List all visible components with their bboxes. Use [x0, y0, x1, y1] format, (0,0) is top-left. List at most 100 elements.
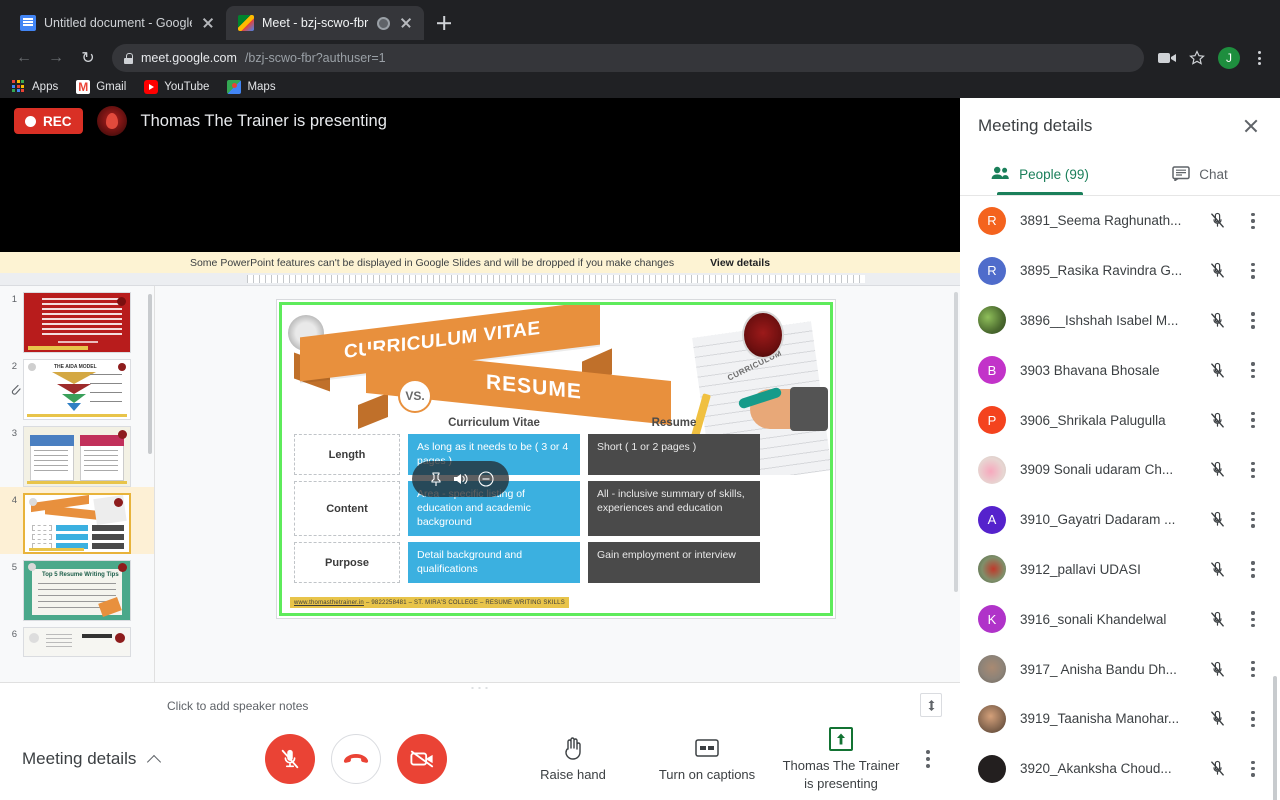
bookmark-maps[interactable]: Maps: [227, 80, 275, 94]
participants-scrollbar[interactable]: [1273, 676, 1277, 800]
tab-recording-icon[interactable]: [377, 17, 390, 30]
tab-people[interactable]: People (99): [960, 154, 1120, 195]
speaker-notes-pane[interactable]: Click to add speaker notes: [0, 682, 960, 718]
slide-thumbnail-6[interactable]: 6: [0, 621, 154, 657]
participant-row[interactable]: K 3916_sonali Khandelwal: [960, 594, 1280, 644]
slide-thumbnail-1[interactable]: 1: [0, 286, 154, 353]
participant-more-icon[interactable]: [1242, 362, 1264, 378]
participant-more-icon[interactable]: [1242, 611, 1264, 627]
slide-thumbnail-3[interactable]: 3: [0, 420, 154, 487]
presentation-stage[interactable]: REC Thomas The Trainer is presenting Som…: [0, 98, 960, 718]
profile-avatar[interactable]: J: [1218, 47, 1240, 69]
slide-thumbnail-4[interactable]: 4: [0, 487, 154, 554]
explore-button[interactable]: [920, 693, 942, 717]
participant-row[interactable]: R 3891_Seema Raghunath...: [960, 196, 1280, 246]
minimize-icon[interactable]: [477, 471, 494, 488]
mic-off-icon[interactable]: [1206, 708, 1228, 730]
participant-more-icon[interactable]: [1242, 661, 1264, 677]
url-path: /bzj-scwo-fbr?authuser=1: [245, 51, 386, 65]
ribbon-bottom-text: RESUME: [486, 371, 582, 405]
raise-hand-button[interactable]: Raise hand: [506, 735, 640, 783]
present-now-button[interactable]: Thomas The Trainer is presenting: [774, 726, 908, 792]
mic-off-icon[interactable]: [1206, 509, 1228, 531]
mic-off-icon[interactable]: [1206, 608, 1228, 630]
browser-tab-docs[interactable]: Untitled document - Google Do: [8, 6, 226, 40]
mic-off-icon[interactable]: [1206, 658, 1228, 680]
new-tab-button[interactable]: [430, 9, 458, 37]
present-screen-icon: [829, 726, 853, 752]
bookmark-star-icon[interactable]: [1184, 45, 1210, 71]
participant-more-icon[interactable]: [1242, 561, 1264, 577]
close-icon[interactable]: [200, 15, 216, 31]
presentation-hover-controls[interactable]: [412, 461, 509, 497]
mic-off-icon[interactable]: [1206, 210, 1228, 232]
slide-filmstrip[interactable]: 1 2 THE AIDA MODEL: [0, 286, 155, 682]
mic-off-icon[interactable]: [1206, 758, 1228, 780]
bookmarks-bar: Apps Gmail YouTube Maps: [0, 76, 1280, 98]
bookmark-youtube[interactable]: YouTube: [144, 80, 209, 94]
mic-off-icon[interactable]: [1206, 309, 1228, 331]
participant-row[interactable]: 3912_pallavi UDASI: [960, 545, 1280, 595]
slide-thumbnail-5[interactable]: 5 Top 5 Resume Writing Tips: [0, 554, 154, 621]
view-details-link[interactable]: View details: [710, 257, 770, 269]
mic-off-icon[interactable]: [1206, 359, 1228, 381]
participant-row[interactable]: P 3906_Shrikala Palugulla: [960, 395, 1280, 445]
slide-canvas-area[interactable]: CURRICULUM VITAE RESUME VS.: [155, 286, 960, 682]
chrome-menu-icon[interactable]: [1248, 47, 1270, 69]
participant-row[interactable]: 3896__Ishshah Isabel M...: [960, 296, 1280, 346]
participant-row[interactable]: 3909 Sonali udaram Ch...: [960, 445, 1280, 495]
mic-off-icon[interactable]: [1206, 558, 1228, 580]
speaker-notes-placeholder[interactable]: Click to add speaker notes: [167, 699, 308, 713]
slide-preview: [23, 426, 131, 487]
captions-button[interactable]: Turn on captions: [640, 735, 774, 783]
close-icon[interactable]: [1240, 115, 1262, 137]
presenter-avatar: [97, 106, 127, 136]
slide-transition-icon[interactable]: [8, 382, 22, 396]
address-bar[interactable]: meet.google.com/bzj-scwo-fbr?authuser=1: [112, 44, 1144, 72]
participant-more-icon[interactable]: [1242, 462, 1264, 478]
participant-more-icon[interactable]: [1242, 312, 1264, 328]
participant-row[interactable]: 3919_Taanisha Manohar...: [960, 694, 1280, 744]
leave-call-button[interactable]: [331, 734, 381, 784]
tab-chat[interactable]: Chat: [1120, 154, 1280, 195]
forward-icon[interactable]: →: [42, 44, 70, 72]
participant-row[interactable]: 3917_ Anisha Bandu Dh...: [960, 644, 1280, 694]
panel-title: Meeting details: [978, 116, 1240, 136]
current-slide[interactable]: CURRICULUM VITAE RESUME VS.: [277, 300, 835, 618]
bookmark-apps[interactable]: Apps: [12, 80, 58, 94]
filmstrip-scrollbar[interactable]: [148, 294, 152, 454]
pin-icon[interactable]: [427, 471, 444, 488]
mic-off-icon[interactable]: [1206, 260, 1228, 282]
slide-thumbnail-2[interactable]: 2 THE AIDA MODEL: [0, 353, 154, 420]
meeting-details-toggle[interactable]: Meeting details: [0, 749, 265, 769]
canvas-scrollbar[interactable]: [954, 292, 958, 592]
mic-off-icon[interactable]: [1206, 409, 1228, 431]
participant-name: 3906_Shrikala Palugulla: [1020, 413, 1192, 428]
reload-icon[interactable]: ↻: [74, 44, 102, 72]
participant-more-icon[interactable]: [1242, 263, 1264, 279]
participant-row[interactable]: R 3895_Rasika Ravindra G...: [960, 246, 1280, 296]
volume-icon[interactable]: [452, 471, 469, 488]
participant-more-icon[interactable]: [1242, 412, 1264, 428]
microphone-off-button[interactable]: [265, 734, 315, 784]
camera-off-button[interactable]: [397, 734, 447, 784]
mic-off-icon[interactable]: [1206, 459, 1228, 481]
participant-row[interactable]: B 3903 Bhavana Bhosale: [960, 345, 1280, 395]
bookmark-gmail[interactable]: Gmail: [76, 80, 126, 94]
browser-tab-meet[interactable]: Meet - bzj-scwo-fbr: [226, 6, 424, 40]
notes-resize-handle[interactable]: [469, 686, 491, 690]
participant-row[interactable]: A 3910_Gayatri Dadaram ...: [960, 495, 1280, 545]
back-icon[interactable]: ←: [10, 44, 38, 72]
participant-more-icon[interactable]: [1242, 512, 1264, 528]
chevron-up-icon[interactable]: [148, 752, 162, 766]
resume-cell: Gain employment or interview: [588, 542, 760, 583]
participant-more-icon[interactable]: [1242, 761, 1264, 777]
participant-row[interactable]: 3920_Akanksha Choud...: [960, 744, 1280, 794]
close-icon[interactable]: [398, 15, 414, 31]
more-options-icon[interactable]: [908, 750, 948, 768]
participant-more-icon[interactable]: [1242, 213, 1264, 229]
participants-list[interactable]: R 3891_Seema Raghunath... R 3895_Rasika …: [960, 196, 1280, 800]
participant-name: 3909 Sonali udaram Ch...: [1020, 462, 1192, 477]
video-camera-icon[interactable]: [1154, 45, 1180, 71]
participant-more-icon[interactable]: [1242, 711, 1264, 727]
